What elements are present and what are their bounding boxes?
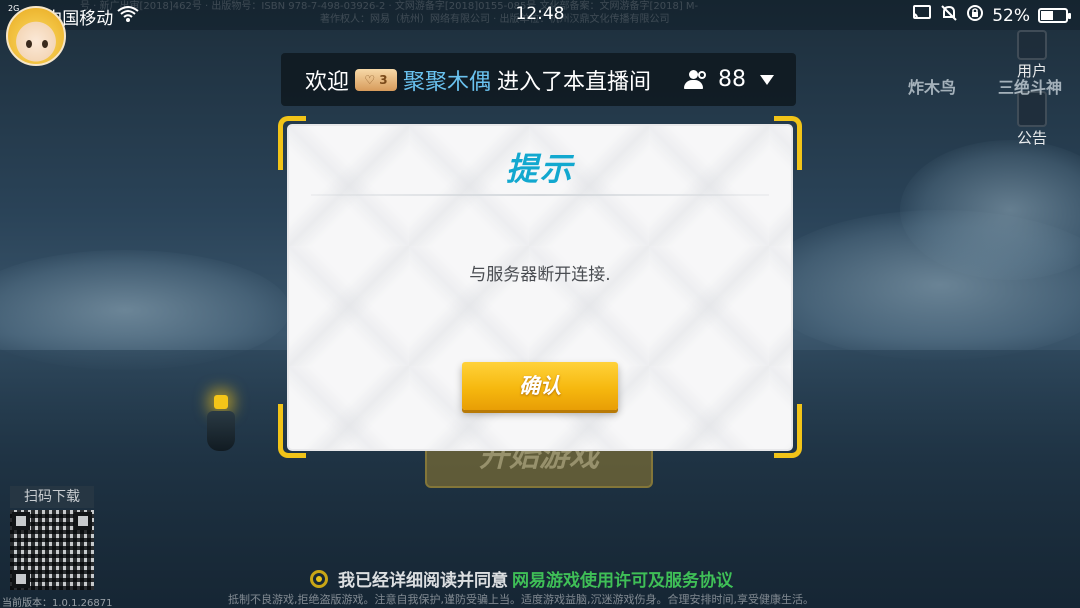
health-notice: 抵制不良游戏,拒绝盗版游戏。注意自我保护,谨防受骗上当。适度游戏益脑,沉迷游戏伤…: [228, 593, 814, 606]
clock: 12:48: [515, 4, 565, 24]
status-bar: 2G 中国移动 12:48 52%: [0, 0, 1080, 30]
welcome-text: 欢迎: [305, 69, 350, 95]
notice-button[interactable]: 公告: [1002, 91, 1062, 148]
mute-icon: [940, 4, 958, 27]
username: 聚聚木偶: [403, 69, 492, 95]
user-icon: [1017, 30, 1047, 60]
dialog-title: 提示: [505, 150, 574, 188]
cast-icon: [912, 5, 932, 26]
divider: [311, 194, 769, 196]
version-text: 当前版本：1.0.1.26871: [2, 598, 113, 608]
buoy-light: [205, 395, 237, 455]
notice-label: 公告: [1016, 129, 1047, 147]
rotation-lock-icon: [966, 4, 984, 27]
confirm-button[interactable]: 确认: [462, 362, 618, 410]
chevron-down-icon: [760, 74, 774, 85]
alert-dialog: 提示 与服务器断开连接. 确认: [289, 126, 791, 449]
qr-label: 扫码下载: [10, 486, 94, 508]
promo-left[interactable]: 炸木鸟: [908, 74, 956, 98]
agreement-checkbox[interactable]: [310, 569, 328, 588]
agreement-text: 我已经详细阅读并同意: [338, 571, 508, 591]
level-badge: ♡ 3: [355, 68, 398, 91]
promo-right[interactable]: 三绝斗神: [998, 74, 1062, 98]
agreement-row: 我已经详细阅读并同意 网易游戏使用许可及服务协议: [310, 566, 733, 591]
viewers-icon: [684, 69, 710, 90]
welcome-suffix: 进入了本直播间: [497, 69, 652, 95]
viewer-count-toggle[interactable]: 88: [684, 67, 774, 92]
viewer-count: 88: [718, 67, 746, 92]
battery-percent: 52%: [992, 5, 1030, 26]
battery-icon: [1038, 8, 1071, 23]
qr-code: [10, 510, 94, 590]
dialog-message: 与服务器断开连接.: [469, 265, 611, 285]
agreement-link[interactable]: 网易游戏使用许可及服务协议: [512, 566, 733, 591]
avatar[interactable]: [6, 6, 66, 66]
welcome-banner: 欢迎 ♡ 3 聚聚木偶 进入了本直播间 88: [281, 53, 796, 106]
